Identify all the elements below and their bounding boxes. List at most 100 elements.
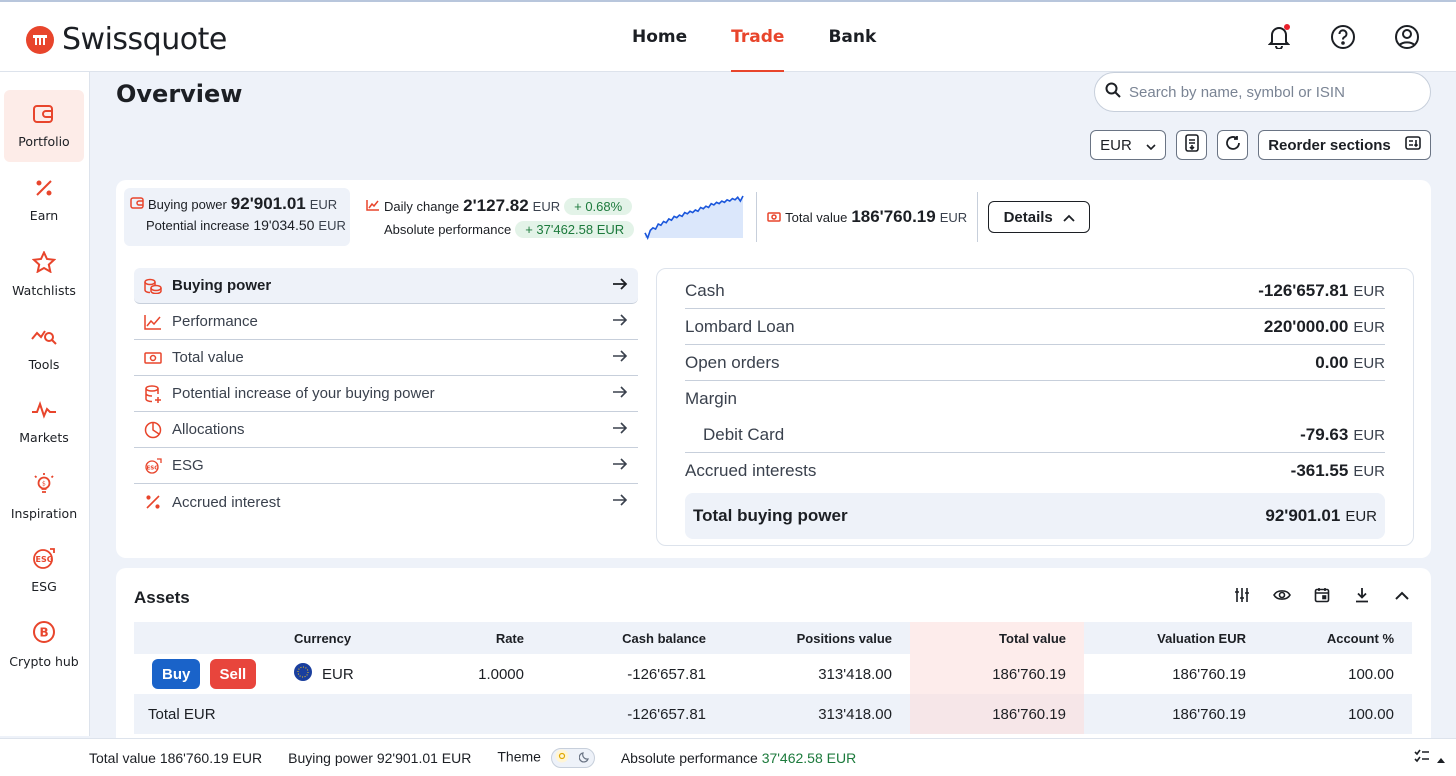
trend-icon [144, 313, 162, 331]
menu-item-performance[interactable]: Performance [134, 304, 638, 340]
refresh-button[interactable] [1217, 130, 1248, 160]
buy-button[interactable]: Buy [152, 659, 201, 689]
footer-menu-toggle[interactable] [1414, 749, 1446, 766]
nav-home[interactable]: Home [610, 2, 709, 72]
column-header-currency[interactable]: Currency [274, 622, 392, 654]
sidebar-item-earn[interactable]: Earn [4, 164, 84, 236]
theme-toggle[interactable] [550, 747, 595, 768]
bp-row-value: 220'000.00 [1263, 316, 1349, 336]
caret-up-icon [1436, 750, 1446, 766]
pulse-icon [31, 400, 57, 424]
sliders-icon[interactable] [1233, 586, 1251, 604]
buying-power-label: Buying power [148, 197, 227, 212]
column-header-account-pct[interactable]: Account % [1264, 622, 1412, 654]
bp-row-accrued-interests: Accrued interests -361.55 EUR [685, 453, 1385, 489]
currency-select-value: EUR [1100, 136, 1132, 154]
sidebar-item-watchlists[interactable]: Watchlists [4, 238, 84, 310]
menu-item-total-value[interactable]: Total value [134, 340, 638, 376]
total-cash-balance-cell: -126'657.81 [542, 694, 724, 734]
svg-text:ESG: ESG [36, 555, 54, 564]
bp-row-label: Debit Card [703, 424, 785, 444]
bp-total-row: Total buying power 92'901.01 EUR [685, 493, 1385, 539]
daily-change-sparkline [644, 195, 744, 241]
details-label: Details [1003, 208, 1053, 226]
eu-flag-icon [294, 663, 312, 685]
search-icon [1105, 82, 1121, 102]
help-icon[interactable] [1328, 22, 1358, 52]
column-header-total-value[interactable]: Total value [910, 622, 1084, 654]
wallet-icon [130, 197, 144, 212]
column-header-positions-value[interactable]: Positions value [724, 622, 910, 654]
column-header-rate[interactable]: Rate [392, 622, 542, 654]
star-icon [31, 249, 57, 277]
footer-theme: Theme [497, 747, 595, 768]
nav-trade[interactable]: Trade [709, 2, 806, 72]
total-value-stat[interactable]: Total value 186'760.19 EUR [767, 207, 967, 227]
sidebar-item-markets[interactable]: Markets [4, 386, 84, 458]
table-total-row: Total EUR -126'657.81 313'418.00 186'760… [134, 694, 1412, 734]
daily-change-label: Daily change [384, 199, 460, 214]
total-valuation-cell: 186'760.19 [1084, 694, 1264, 734]
stats-row: Buying power 92'901.01 EUR Potential inc… [124, 188, 1091, 246]
bp-row-currency: EUR [1353, 318, 1385, 336]
arrow-right-icon [612, 277, 628, 295]
chevron-up-icon[interactable] [1393, 586, 1411, 604]
sidebar-label: Tools [28, 356, 60, 372]
assets-table: Currency Rate Cash balance Positions val… [134, 622, 1412, 734]
reorder-sections-button[interactable]: Reorder sections [1258, 130, 1431, 160]
sidebar-item-tools[interactable]: Tools [4, 312, 84, 384]
currency-code: EUR [322, 665, 354, 683]
sidebar-label: Earn [29, 207, 59, 223]
bp-row-label: Cash [685, 280, 725, 300]
buying-power-panel: Cash -126'657.81 EUR Lombard Loan 220'000… [656, 268, 1414, 546]
chevron-up-icon [1063, 209, 1075, 226]
calendar-icon[interactable] [1313, 586, 1331, 604]
details-button[interactable]: Details [988, 201, 1091, 233]
daily-change-stat[interactable]: Daily change 2'127.82 EUR + 0.68% Absolu… [366, 196, 635, 238]
absolute-performance-badge: + 37'462.58 EUR [515, 221, 635, 238]
swissquote-logo[interactable]: Swissquote [26, 22, 227, 57]
bp-total-value: 92'901.01 [1265, 506, 1341, 525]
sidebar-item-esg[interactable]: ESG ESG [4, 534, 84, 606]
menu-item-accrued-interest[interactable]: Accrued interest [134, 484, 638, 520]
search-box [1094, 72, 1431, 112]
menu-item-esg[interactable]: ESG ESG [134, 448, 638, 484]
menu-item-allocations[interactable]: Allocations [134, 412, 638, 448]
daily-change-value: 2'127.82 [463, 196, 529, 215]
eye-icon[interactable] [1273, 586, 1291, 604]
menu-item-label: ESG [172, 457, 204, 474]
svg-text:B: B [40, 625, 49, 639]
account-icon[interactable] [1392, 22, 1422, 52]
lightbulb-icon: $ [32, 472, 56, 500]
sidebar-label: Markets [19, 429, 69, 445]
search-input[interactable] [1129, 83, 1419, 101]
sell-button[interactable]: Sell [209, 659, 257, 689]
buying-power-stat[interactable]: Buying power 92'901.01 EUR Potential inc… [124, 188, 350, 246]
footer-abs-perf-label: Absolute performance [620, 749, 758, 766]
refresh-icon [1225, 135, 1241, 155]
cash-balance-cell: -126'657.81 [627, 665, 706, 683]
footer-abs-perf-value: 37'462.58 EUR [761, 749, 857, 766]
menu-item-buying-power[interactable]: Buying power [134, 268, 638, 304]
bp-row-value: -361.55 [1290, 461, 1349, 480]
sidebar-item-portfolio[interactable]: Portfolio [4, 90, 84, 162]
bell-icon[interactable] [1264, 22, 1294, 52]
menu-item-label: Accrued interest [172, 493, 281, 511]
menu-item-potential-increase[interactable]: Potential increase of your buying power [134, 376, 638, 412]
wallet-icon [33, 104, 55, 128]
banknote-icon [767, 210, 781, 225]
column-header-valuation-eur[interactable]: Valuation EUR [1084, 622, 1264, 654]
export-report-button[interactable] [1176, 130, 1207, 160]
download-icon[interactable] [1353, 586, 1371, 604]
rate-cell: 1.0000 [478, 665, 524, 683]
bp-row-lombard-loan: Lombard Loan 220'000.00 EUR [685, 309, 1385, 345]
currency-select[interactable]: EUR [1090, 130, 1166, 160]
sidebar-item-inspiration[interactable]: $ Inspiration [4, 460, 84, 532]
sidebar-item-crypto-hub[interactable]: B Crypto hub [4, 608, 84, 680]
nav-bank[interactable]: Bank [806, 2, 898, 72]
arrow-right-icon [612, 493, 628, 511]
currency-label: EUR [532, 199, 561, 214]
bp-row-label: Lombard Loan [685, 316, 795, 336]
column-header-cash-balance[interactable]: Cash balance [542, 622, 724, 654]
